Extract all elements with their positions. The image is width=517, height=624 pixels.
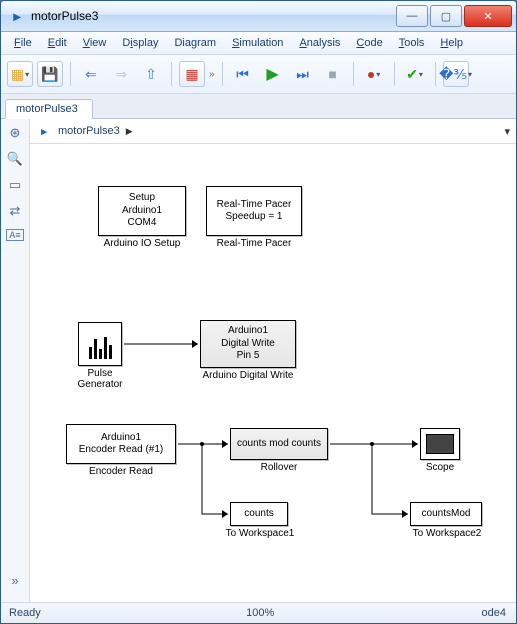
zoom-icon[interactable]: 🔍: [7, 151, 23, 167]
toolbar-overflow-1[interactable]: »: [209, 69, 215, 80]
label-real-time-pacer: Real-Time Pacer: [206, 238, 302, 249]
new-model-button[interactable]: ▦▾: [7, 61, 33, 87]
block-to-workspace-2[interactable]: countsMod: [410, 502, 482, 526]
status-solver[interactable]: ode4: [472, 607, 516, 619]
menu-tools[interactable]: Tools: [392, 35, 432, 51]
block-arduino-digital-write[interactable]: Arduino1 Digital Write Pin 5: [200, 320, 296, 368]
label-rollover: Rollover: [230, 462, 328, 473]
step-back-button[interactable]: ⏮: [230, 61, 256, 87]
save-button[interactable]: 💾: [37, 61, 63, 87]
expand-panel-icon[interactable]: »: [11, 573, 18, 588]
menu-edit[interactable]: Edit: [41, 35, 74, 51]
title-bar[interactable]: ▸ motorPulse3 ― ▢ ✕: [1, 1, 516, 32]
diagram-canvas[interactable]: Setup Arduino1 COM4 Arduino IO Setup Rea…: [30, 144, 516, 602]
model-icon[interactable]: ▸: [36, 123, 52, 139]
block-pulse-generator[interactable]: [78, 322, 122, 366]
update-diagram-button[interactable]: ✔▾: [402, 61, 428, 87]
label-to-workspace-2: To Workspace2: [404, 528, 490, 539]
label-arduino-io-setup: Arduino IO Setup: [98, 238, 186, 249]
hide-panel-icon[interactable]: ⊛: [10, 125, 21, 141]
forward-button[interactable]: ⇒: [108, 61, 134, 87]
block-encoder-read[interactable]: Arduino1 Encoder Read (#1): [66, 424, 176, 464]
menu-display[interactable]: Display: [115, 35, 165, 51]
minimize-button[interactable]: ―: [396, 5, 428, 27]
status-zoom[interactable]: 100%: [246, 607, 274, 619]
menu-bar: File Edit View Display Diagram Simulatio…: [1, 32, 516, 55]
tab-model[interactable]: motorPulse3: [5, 99, 93, 119]
fit-icon[interactable]: ▭: [9, 177, 21, 193]
run-button[interactable]: ▶: [260, 61, 286, 87]
up-button[interactable]: ⇧: [138, 61, 164, 87]
label-scope: Scope: [414, 462, 466, 473]
block-rollover[interactable]: counts mod counts: [230, 428, 328, 460]
tab-strip: motorPulse3: [1, 94, 516, 119]
label-encoder-read: Encoder Read: [66, 466, 176, 477]
stop-button[interactable]: ■: [320, 61, 346, 87]
toolbar: ▦▾ 💾 ⇐ ⇒ ⇧ ▦ » ⏮ ▶ ⏭ ■ ●▾ ✔▾ �⅗▾: [1, 55, 516, 94]
pulse-icon: [85, 329, 115, 359]
menu-view[interactable]: View: [76, 35, 114, 51]
back-button[interactable]: ⇐: [78, 61, 104, 87]
maximize-button[interactable]: ▢: [430, 5, 462, 27]
app-icon: ▸: [9, 8, 25, 24]
label-arduino-digital-write: Arduino Digital Write: [196, 370, 300, 381]
block-scope[interactable]: [420, 428, 460, 460]
status-left: Ready: [1, 607, 49, 619]
menu-file[interactable]: File: [7, 35, 39, 51]
window-title: motorPulse3: [31, 9, 394, 23]
breadcrumb-dropdown-icon[interactable]: ▾: [504, 125, 510, 138]
auto-arrange-icon[interactable]: ⇄: [10, 203, 21, 219]
close-button[interactable]: ✕: [464, 5, 512, 27]
menu-diagram[interactable]: Diagram: [167, 35, 223, 51]
palette: ⊛ 🔍 ▭ ⇄ A≡ »: [1, 119, 30, 602]
menu-help[interactable]: Help: [433, 35, 470, 51]
breadcrumb: ▸ motorPulse3 ▶ ▾: [30, 119, 516, 144]
label-to-workspace-1: To Workspace1: [220, 528, 300, 539]
block-arduino-io-setup[interactable]: Setup Arduino1 COM4: [98, 186, 186, 236]
record-button[interactable]: ●▾: [361, 61, 387, 87]
label-pulse-generator: Pulse Generator: [68, 368, 132, 390]
annotation-icon[interactable]: A≡: [6, 229, 23, 241]
library-browser-button[interactable]: ▦: [179, 61, 205, 87]
app-window: ▸ motorPulse3 ― ▢ ✕ File Edit View Displ…: [0, 0, 517, 624]
scope-icon: [426, 434, 454, 454]
breadcrumb-model[interactable]: motorPulse3: [58, 125, 120, 137]
build-button[interactable]: �⅗▾: [443, 61, 469, 87]
menu-analysis[interactable]: Analysis: [292, 35, 347, 51]
block-to-workspace-1[interactable]: counts: [230, 502, 288, 526]
menu-code[interactable]: Code: [349, 35, 389, 51]
block-real-time-pacer[interactable]: Real-Time Pacer Speedup = 1: [206, 186, 302, 236]
breadcrumb-arrow-icon[interactable]: ▶: [126, 126, 133, 137]
status-bar: Ready 100% ode4: [1, 602, 516, 623]
menu-simulation[interactable]: Simulation: [225, 35, 290, 51]
step-forward-button[interactable]: ⏭: [290, 61, 316, 87]
